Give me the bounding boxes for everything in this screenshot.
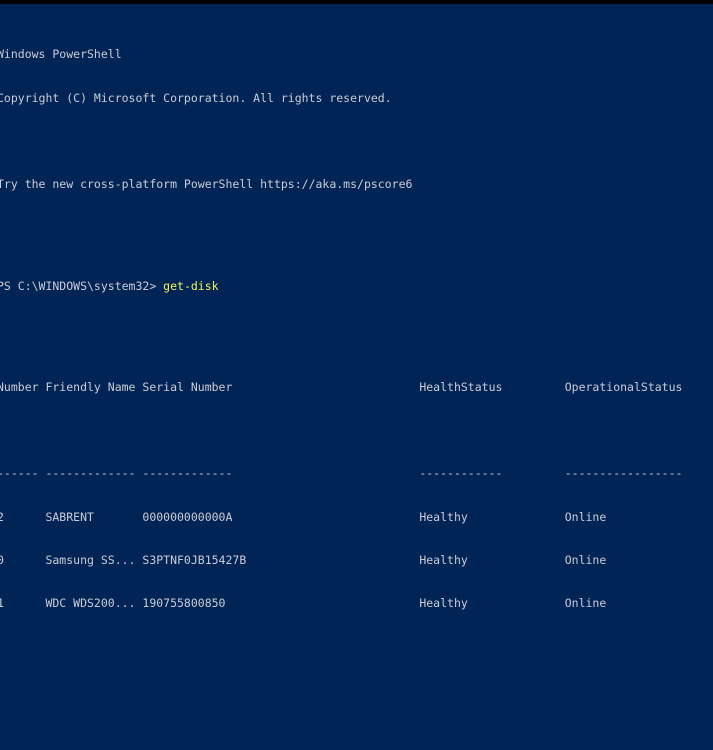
table-row: 2 SABRENT 000000000000A Healthy Online 1… [0, 509, 607, 524]
get-disk-separator: ------ ------------- ------------- -----… [0, 466, 683, 481]
blank-2 [0, 698, 713, 712]
command-get-disk[interactable]: get-disk [163, 279, 218, 293]
get-disk-header-line2: Style [0, 423, 713, 438]
banner-blank-1 [0, 134, 713, 148]
banner-line-title: Windows PowerShell [0, 47, 122, 62]
blank-after-get-disk [0, 322, 713, 336]
prompt-line-get-disk: PS C:\WINDOWS\system32> get-disk [0, 279, 713, 293]
blank-1 [0, 654, 713, 668]
powershell-window[interactable]: Windows PowerShell Copyright (C) Microso… [0, 0, 713, 750]
table-row: 1 WDC WDS200... 190755800850 Healthy Onl… [0, 596, 607, 611]
prompt-text: PS C:\WINDOWS\system32> [0, 278, 164, 293]
banner-blank-2 [0, 221, 713, 235]
console-output-area[interactable]: Windows PowerShell Copyright (C) Microso… [0, 4, 713, 750]
banner-line-copyright: Copyright (C) Microsoft Corporation. All… [0, 90, 392, 105]
table-row: 0 Samsung SS... S3PTNF0JB15427B Healthy … [0, 553, 607, 568]
get-disk-header-line1: Number Friendly Name Serial Number Healt… [0, 379, 683, 394]
banner-line-pscore6: Try the new cross-platform PowerShell ht… [0, 177, 413, 192]
